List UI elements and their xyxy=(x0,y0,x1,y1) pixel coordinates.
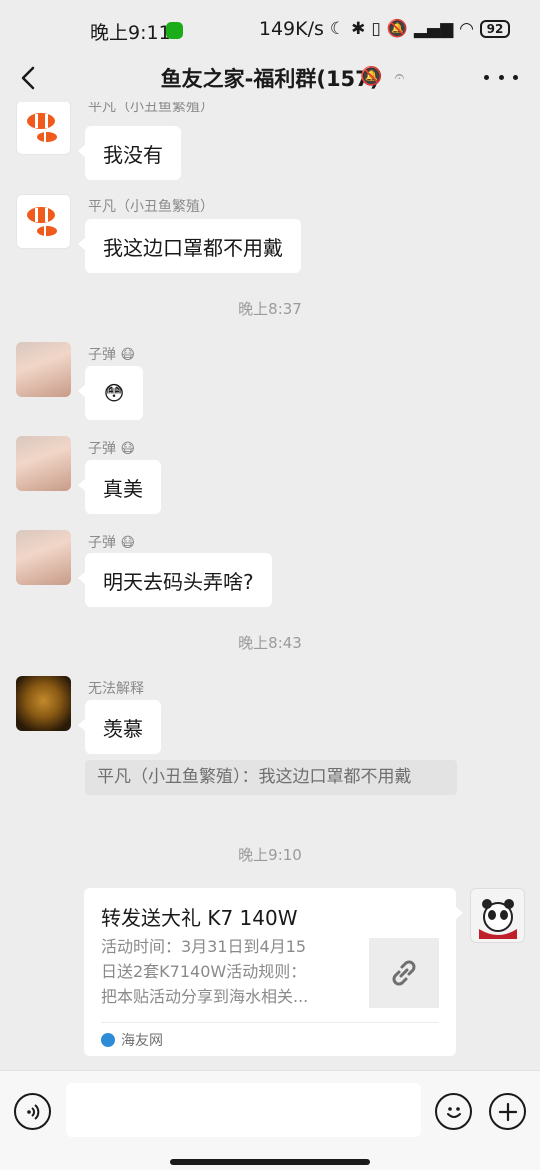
smiley-icon xyxy=(446,1106,461,1118)
title-status-icons: 🔕 𝄐 xyxy=(360,66,404,87)
message-timestamp: 晚上9:10 xyxy=(238,846,302,864)
message-timestamp: 晚上8:43 xyxy=(238,634,302,652)
mute-icon: 🔕 xyxy=(386,19,408,39)
home-indicator[interactable] xyxy=(170,1159,370,1165)
avatar[interactable] xyxy=(16,194,71,249)
voice-input-button[interactable] xyxy=(14,1093,51,1130)
dot-icon xyxy=(513,74,518,80)
sender-name: 无法解释 xyxy=(88,681,144,697)
status-bar: 晚上9:11 149K/s ☾ ✱ ▯ 🔕 ▂▄▆ ◠ 92 xyxy=(0,0,540,62)
avatar[interactable] xyxy=(16,102,71,155)
card-thumbnail xyxy=(369,938,439,1008)
status-indicators: 149K/s ☾ ✱ ▯ 🔕 ▂▄▆ ◠ 92 xyxy=(259,18,510,40)
message-bubble[interactable]: 我这边口罩都不用戴 xyxy=(78,219,301,273)
message-bubble[interactable]: 😳 xyxy=(78,366,143,420)
more-functions-button[interactable] xyxy=(489,1093,526,1130)
emoji-button[interactable] xyxy=(435,1093,472,1130)
wifi-icon: ◠ xyxy=(459,19,474,39)
muted-bell-icon: 🔕 xyxy=(360,66,383,87)
earpiece-icon: 𝄐 xyxy=(394,66,405,87)
sender-name: 子弹 😷 xyxy=(88,441,136,457)
sender-emoji-icon: 😷 xyxy=(116,535,136,551)
link-icon xyxy=(392,960,416,986)
signal-icon: ▂▄▆ xyxy=(413,19,454,39)
wechat-notification-icon xyxy=(166,22,183,39)
chat-header: 鱼友之家-福利群(157) 🔕 𝄐 xyxy=(0,54,540,102)
status-time: 晚上9:11 xyxy=(90,22,171,44)
bluetooth-icon: ✱ xyxy=(351,19,366,39)
message-bubble[interactable]: 明天去码头弄啥? xyxy=(78,553,272,607)
network-speed: 149K/s xyxy=(258,18,324,40)
more-options-button[interactable] xyxy=(484,62,518,92)
quoted-message[interactable]: 平凡（小丑鱼繁殖）：我这边口罩都不用戴 xyxy=(85,760,457,795)
dot-icon xyxy=(498,74,504,80)
sender-emoji-icon: 😷 xyxy=(116,441,136,457)
message-bubble[interactable]: 羡慕 xyxy=(78,700,161,754)
message-bubble[interactable]: 真美 xyxy=(78,460,161,514)
vibrate-icon: ▯ xyxy=(371,19,381,39)
avatar[interactable] xyxy=(16,342,71,397)
battery-icon: 92 xyxy=(480,20,510,38)
sender-name: 子弹 😷 xyxy=(88,347,136,363)
chat-title: 鱼友之家-福利群(157) xyxy=(160,67,380,91)
card-description: 活动时间：3月31日到4月15 日送2套K7140W活动规则： 把本贴活动分享到… xyxy=(101,937,309,1006)
card-source: 海友网 xyxy=(101,1030,163,1050)
clownfish-avatar-icon xyxy=(27,113,57,142)
sender-emoji-icon: 😷 xyxy=(116,347,136,363)
message-timestamp: 晚上8:37 xyxy=(238,300,302,318)
sender-name: 平凡（小丑鱼繁殖） xyxy=(88,102,214,115)
message-input[interactable] xyxy=(66,1083,421,1137)
avatar[interactable] xyxy=(16,436,71,491)
sender-name: 子弹 😷 xyxy=(88,535,136,551)
input-bar xyxy=(0,1070,540,1170)
plus-icon xyxy=(498,1102,517,1121)
source-logo-icon xyxy=(101,1033,115,1047)
panda-avatar-icon xyxy=(479,899,517,939)
moon-icon: ☾ xyxy=(329,19,346,39)
card-title: 转发送大礼 K7 140W xyxy=(101,906,298,930)
chat-message-list[interactable]: 平凡（小丑鱼繁殖） 我没有 平凡（小丑鱼繁殖） 我这边口罩都不用戴 晚上8:37… xyxy=(0,102,540,1070)
link-share-card[interactable]: 转发送大礼 K7 140W 活动时间：3月31日到4月15 日送2套K7140W… xyxy=(84,888,463,1056)
voice-icon xyxy=(26,1103,39,1120)
clownfish-avatar-icon xyxy=(27,207,57,236)
dot-icon xyxy=(484,74,489,80)
avatar[interactable] xyxy=(16,530,71,585)
sender-name: 平凡（小丑鱼繁殖） xyxy=(88,199,214,215)
card-divider xyxy=(101,1022,439,1023)
my-avatar[interactable] xyxy=(470,888,525,943)
message-bubble[interactable]: 我没有 xyxy=(78,126,181,180)
avatar[interactable] xyxy=(16,676,71,731)
